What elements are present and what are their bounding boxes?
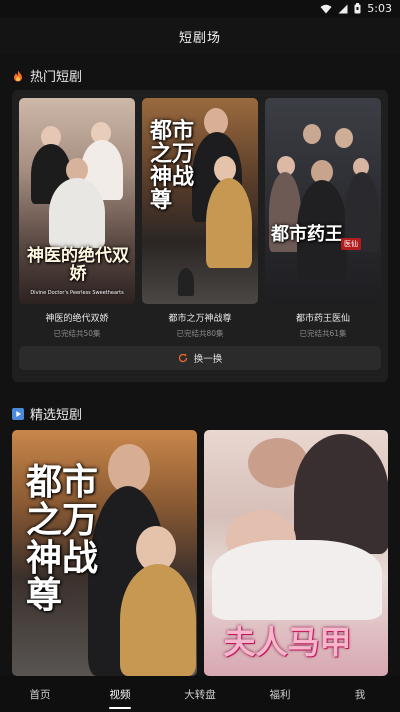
nav-video[interactable]: 视频 [80, 676, 160, 712]
fire-icon [14, 70, 22, 81]
app-header: 短剧场 [0, 18, 400, 54]
drama-name: 都市之万神战尊 [168, 314, 232, 324]
drama-poster[interactable]: 都市药王 医仙 [265, 98, 381, 304]
nav-benefits[interactable]: 福利 [240, 676, 320, 712]
nav-label: 我 [354, 688, 366, 701]
nav-label: 福利 [269, 688, 291, 701]
page-title: 短剧场 [178, 30, 221, 46]
poster-subtitle: Divine Doctor's Peerless Sweethearts [30, 290, 124, 296]
poster-title: 夫人马甲 [223, 623, 352, 661]
status-bar: 5:03 [0, 0, 400, 18]
nav-label: 大转盘 [184, 688, 216, 701]
hot-drama-item[interactable]: 神医的绝代双娇 Divine Doctor's Peerless Sweethe… [19, 98, 135, 339]
battery-icon [354, 3, 361, 14]
refresh-button[interactable]: 换一换 [19, 346, 381, 370]
hot-drama-item[interactable]: 都市之万神战尊 都市之万神战尊 已完结共80集 [142, 98, 258, 339]
drama-poster[interactable]: 神医的绝代双娇 Divine Doctor's Peerless Sweethe… [19, 98, 135, 304]
hot-section-label: 热门短剧 [30, 70, 83, 85]
featured-section-label: 精选短剧 [30, 408, 83, 423]
nav-me[interactable]: 我 [320, 676, 400, 712]
status-time: 5:03 [367, 2, 392, 15]
nav-wheel[interactable]: 大转盘 [160, 676, 240, 712]
hot-drama-item[interactable]: 都市药王 医仙 都市药王医仙 已完结共61集 [265, 98, 381, 339]
bottom-nav: 首页 视频 大转盘 福利 我 [0, 676, 400, 712]
poster-title: 都市之万神战尊 [150, 118, 195, 214]
poster-badge: 医仙 [341, 238, 361, 250]
poster-title: 都市之万神战尊 [26, 461, 99, 617]
featured-section-title: 精选短剧 [12, 404, 82, 423]
featured-dramas-list: 都市之万神战尊 夫人马甲 [12, 430, 388, 676]
drama-episode-count: 已完结共61集 [299, 329, 347, 338]
hot-dramas-card: 神医的绝代双娇 Divine Doctor's Peerless Sweethe… [12, 90, 388, 382]
hot-dramas-list: 神医的绝代双娇 Divine Doctor's Peerless Sweethe… [19, 98, 381, 339]
hot-section-title: 热门短剧 [12, 66, 82, 85]
featured-drama-poster[interactable]: 都市之万神战尊 [12, 430, 197, 676]
wifi-icon [320, 4, 332, 13]
play-icon [12, 407, 24, 420]
status-icons: 5:03 [320, 2, 392, 15]
signal-icon [338, 4, 348, 13]
active-indicator [109, 707, 131, 709]
poster-title: 都市药王 [271, 224, 343, 245]
poster-title: 神医的绝代双娇 [27, 246, 129, 284]
drama-episode-count: 已完结共80集 [176, 329, 224, 338]
nav-home[interactable]: 首页 [0, 676, 80, 712]
nav-label: 首页 [29, 688, 51, 701]
drama-name: 都市药王医仙 [295, 314, 350, 324]
nav-label: 视频 [109, 688, 131, 701]
drama-episode-count: 已完结共50集 [53, 329, 101, 338]
drama-name: 神医的绝代双娇 [45, 314, 109, 324]
featured-drama-poster[interactable]: 夫人马甲 [203, 430, 388, 676]
drama-poster[interactable]: 都市之万神战尊 [142, 98, 258, 304]
refresh-label: 换一换 [193, 354, 223, 365]
refresh-icon [178, 353, 187, 363]
